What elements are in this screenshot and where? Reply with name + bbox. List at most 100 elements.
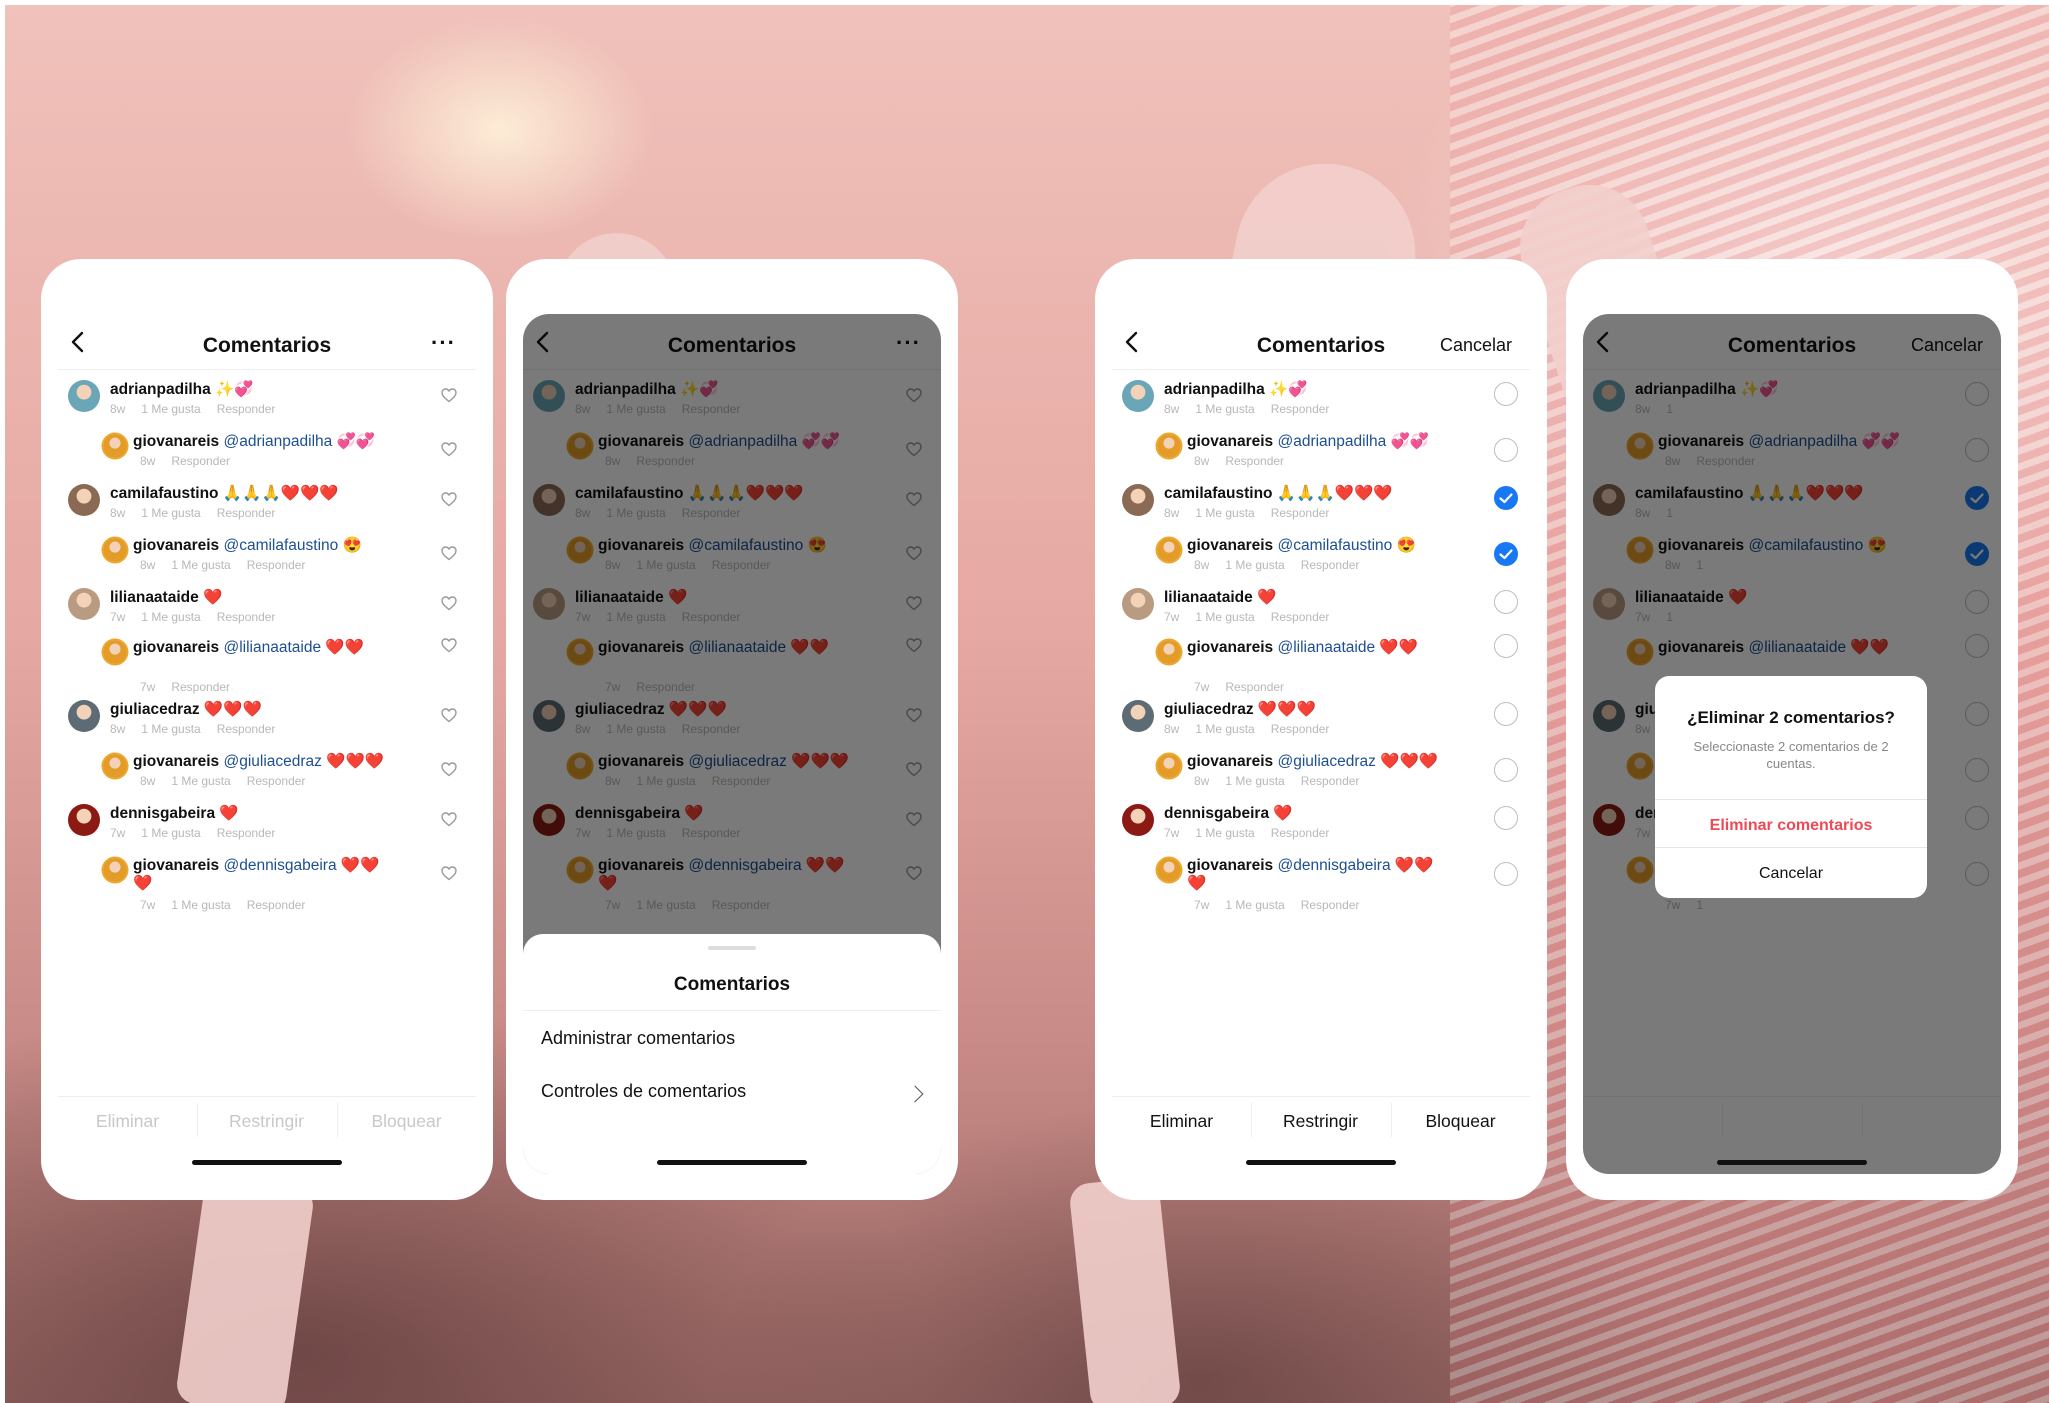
comment-row[interactable]: giovanareis @dennisgabeira ❤️❤️❤️7w1 Me … [58, 848, 476, 912]
comment-username[interactable]: giovanareis [133, 753, 219, 770]
heart-icon[interactable] [440, 544, 458, 562]
comment-username[interactable]: giuliacedraz [1164, 701, 1254, 718]
like-count[interactable]: 1 Me gusta [1195, 506, 1254, 520]
reply-link[interactable]: Responder [1301, 558, 1360, 572]
like-count[interactable]: 1 Me gusta [171, 558, 230, 572]
delete-comments-button[interactable]: Eliminar comentarios [1655, 817, 1927, 835]
avatar[interactable] [68, 484, 100, 516]
like-count[interactable]: 1 Me gusta [141, 826, 200, 840]
like-count[interactable]: 1 Me gusta [1225, 558, 1284, 572]
avatar[interactable] [68, 380, 100, 412]
avatar[interactable] [1157, 858, 1181, 882]
avatar[interactable] [1122, 700, 1154, 732]
cancel-button[interactable]: Cancelar [1440, 335, 1512, 356]
restrict-button[interactable]: Restringir [197, 1111, 336, 1132]
comment-mention[interactable]: @camilafaustino [1277, 537, 1392, 554]
comment-username[interactable]: dennisgabeira [1164, 805, 1269, 822]
heart-icon[interactable] [440, 760, 458, 778]
like-count[interactable]: 1 Me gusta [171, 774, 230, 788]
select-checkbox[interactable] [1494, 590, 1518, 614]
avatar[interactable] [1157, 640, 1181, 664]
heart-icon[interactable] [440, 864, 458, 882]
comment-mention[interactable]: @dennisgabeira [1277, 857, 1390, 874]
heart-icon[interactable] [440, 636, 458, 654]
comment-mention[interactable]: @camilafaustino [223, 537, 338, 554]
more-options-icon[interactable]: ··· [431, 330, 456, 356]
reply-link[interactable]: Responder [1225, 454, 1284, 468]
comment-username[interactable]: giovanareis [133, 639, 219, 656]
select-checkbox[interactable] [1494, 438, 1518, 462]
like-count[interactable]: 1 Me gusta [171, 898, 230, 912]
like-count[interactable]: 1 Me gusta [141, 722, 200, 736]
select-checkbox[interactable] [1494, 806, 1518, 830]
comment-mention[interactable]: @adrianpadilha [1277, 433, 1386, 450]
comment-mention[interactable]: @dennisgabeira [223, 857, 336, 874]
avatar[interactable] [1122, 588, 1154, 620]
avatar[interactable] [103, 858, 127, 882]
heart-icon[interactable] [440, 706, 458, 724]
reply-link[interactable]: Responder [171, 454, 230, 468]
like-count[interactable]: 1 Me gusta [1195, 826, 1254, 840]
heart-icon[interactable] [440, 386, 458, 404]
reply-link[interactable]: Responder [217, 402, 276, 416]
home-indicator[interactable] [657, 1160, 807, 1165]
reply-link[interactable]: Responder [1271, 722, 1330, 736]
comment-username[interactable]: dennisgabeira [110, 805, 215, 822]
reply-link[interactable]: Responder [247, 898, 306, 912]
avatar[interactable] [103, 640, 127, 664]
comment-username[interactable]: giovanareis [1187, 639, 1273, 656]
reply-link[interactable]: Responder [247, 558, 306, 572]
like-count[interactable]: 1 Me gusta [1195, 610, 1254, 624]
manage-comments-item[interactable]: Administrar comentarios [541, 1028, 735, 1049]
select-checkbox[interactable] [1494, 862, 1518, 886]
reply-link[interactable]: Responder [217, 610, 276, 624]
dialog-cancel-button[interactable]: Cancelar [1655, 865, 1927, 883]
like-count[interactable]: 1 Me gusta [1195, 722, 1254, 736]
home-indicator[interactable] [192, 1160, 342, 1165]
avatar[interactable] [1157, 538, 1181, 562]
heart-icon[interactable] [440, 440, 458, 458]
comment-controls-item[interactable]: Controles de comentarios [541, 1081, 746, 1102]
like-count[interactable]: 1 Me gusta [1225, 898, 1284, 912]
reply-link[interactable]: Responder [1301, 774, 1360, 788]
block-button[interactable]: Bloquear [1391, 1111, 1530, 1132]
comment-row[interactable]: giovanareis @lilianaataide ❤️❤️7wRespond… [58, 630, 476, 694]
comment-username[interactable]: lilianaataide [110, 589, 199, 606]
comment-username[interactable]: giuliacedraz [110, 701, 200, 718]
reply-link[interactable]: Responder [1271, 402, 1330, 416]
avatar[interactable] [1122, 804, 1154, 836]
comment-username[interactable]: giovanareis [1187, 433, 1273, 450]
comment-username[interactable]: giovanareis [133, 537, 219, 554]
comment-username[interactable]: giovanareis [1187, 753, 1273, 770]
like-count[interactable]: 1 Me gusta [1195, 402, 1254, 416]
select-checkbox[interactable] [1494, 382, 1518, 406]
restrict-button[interactable]: Restringir [1251, 1111, 1390, 1132]
comment-mention[interactable]: @giuliacedraz [223, 753, 321, 770]
comment-username[interactable]: camilafaustino [110, 485, 219, 502]
comment-username[interactable]: lilianaataide [1164, 589, 1253, 606]
comment-row[interactable]: giovanareis @lilianaataide ❤️❤️7wRespond… [1112, 630, 1530, 694]
like-count[interactable]: 1 Me gusta [141, 402, 200, 416]
delete-button[interactable]: Eliminar [1112, 1111, 1251, 1132]
like-count[interactable]: 1 Me gusta [141, 506, 200, 520]
like-count[interactable]: 1 Me gusta [1225, 774, 1284, 788]
avatar[interactable] [1157, 754, 1181, 778]
comment-username[interactable]: adrianpadilha [110, 381, 211, 398]
comment-username[interactable]: giovanareis [133, 857, 219, 874]
comment-mention[interactable]: @adrianpadilha [223, 433, 332, 450]
heart-icon[interactable] [440, 594, 458, 612]
comment-username[interactable]: giovanareis [1187, 537, 1273, 554]
reply-link[interactable]: Responder [217, 506, 276, 520]
avatar[interactable] [1157, 434, 1181, 458]
reply-link[interactable]: Responder [1271, 826, 1330, 840]
comment-mention[interactable]: @giuliacedraz [1277, 753, 1375, 770]
comment-username[interactable]: giovanareis [133, 433, 219, 450]
select-checkbox[interactable] [1494, 486, 1518, 510]
reply-link[interactable]: Responder [1301, 898, 1360, 912]
select-checkbox[interactable] [1494, 634, 1518, 658]
comment-mention[interactable]: @lilianaataide [1277, 639, 1375, 656]
avatar[interactable] [1122, 484, 1154, 516]
avatar[interactable] [68, 700, 100, 732]
sheet-handle[interactable] [708, 946, 756, 950]
reply-link[interactable]: Responder [1271, 506, 1330, 520]
